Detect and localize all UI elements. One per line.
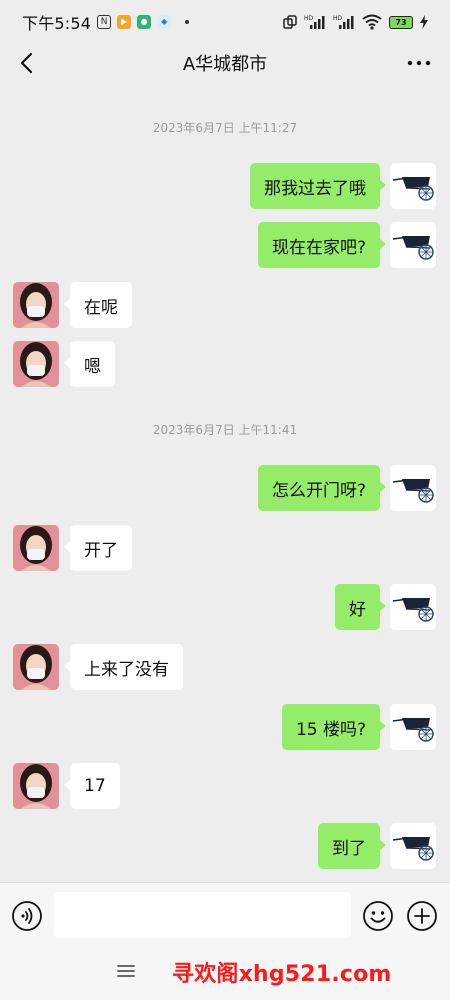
bottom-navigation: 寻欢阁xhg521.com: [0, 946, 450, 1000]
watermark: 寻欢阁xhg521.com: [172, 962, 392, 987]
status-time: 下午5:54: [22, 14, 92, 33]
chat-timestamp: 2023年6月7日 上午11:41: [152, 423, 298, 437]
avatar[interactable]: [390, 163, 436, 209]
chat-header: A华城都市: [0, 44, 450, 82]
message-bubble-sent[interactable]: 那我过去了哦: [250, 163, 386, 209]
dual-window-icon: [283, 15, 297, 29]
message-bubble-sent[interactable]: 好: [335, 584, 386, 630]
profile-photo: [13, 341, 59, 387]
nfc-icon: N: [97, 15, 112, 29]
emoji-button[interactable]: [362, 900, 394, 932]
signal-hd-icon: HD: [333, 15, 354, 29]
signal-hd-icon: HD: [304, 15, 325, 29]
message-bubble-received[interactable]: 17: [64, 763, 120, 809]
status-left: 下午5:54 N ▶ ● ◆: [22, 10, 190, 34]
message-bubble-sent[interactable]: 现在在家吧?: [257, 222, 387, 268]
message-bubble-received[interactable]: 开了: [64, 525, 132, 571]
charging-icon: [420, 15, 428, 29]
app-notification-icon: ◆: [157, 15, 172, 29]
avatar[interactable]: [13, 525, 59, 571]
voice-input-icon: [12, 901, 42, 931]
message-bubble-sent[interactable]: 怎么开门呀?: [257, 465, 387, 511]
message-bubble-received[interactable]: 嗯: [64, 341, 115, 387]
avatar[interactable]: [390, 704, 436, 750]
message-input[interactable]: [54, 892, 351, 938]
cart-avatar-icon: [390, 823, 436, 869]
cart-avatar-icon: [390, 222, 436, 268]
battery-icon: 73: [389, 15, 413, 29]
cart-avatar-icon: [390, 163, 436, 209]
profile-photo: [13, 282, 59, 328]
message-bubble-received[interactable]: 在呢: [64, 282, 132, 328]
avatar[interactable]: [390, 584, 436, 630]
avatar[interactable]: [390, 823, 436, 869]
profile-photo: [13, 525, 59, 571]
cart-avatar-icon: [390, 704, 436, 750]
more-notifications-dot: [185, 20, 190, 24]
chat-timestamp: 2023年6月7日 上午11:27: [152, 121, 298, 135]
chevron-left-icon: [20, 52, 33, 74]
more-options-button[interactable]: [406, 52, 432, 74]
avatar[interactable]: [13, 644, 59, 690]
avatar[interactable]: [390, 222, 436, 268]
app-notification-icon: ▶: [117, 15, 132, 29]
avatar[interactable]: [13, 282, 59, 328]
chat-messages[interactable]: 2023年6月7日 上午11:27 那我过去了哦 现在在家吧? 在呢 嗯 202…: [0, 82, 450, 882]
cart-avatar-icon: [390, 584, 436, 630]
message-bubble-sent[interactable]: 到了: [318, 823, 386, 869]
status-right: HD HD 73: [283, 14, 428, 30]
profile-photo: [13, 763, 59, 809]
back-button[interactable]: [16, 50, 40, 76]
voice-button[interactable]: [11, 900, 43, 932]
profile-photo: [13, 644, 59, 690]
message-bubble-sent[interactable]: 15 楼吗?: [281, 704, 387, 750]
menu-button[interactable]: [116, 963, 136, 979]
ellipsis-icon: [407, 60, 431, 66]
menu-icon: [117, 965, 135, 977]
chat-title: A华城都市: [182, 54, 268, 75]
cart-avatar-icon: [390, 465, 436, 511]
wifi-icon: [362, 14, 382, 30]
avatar[interactable]: [390, 465, 436, 511]
hd-label: HD: [304, 15, 314, 22]
svg-text:HD: HD: [333, 15, 343, 22]
status-bar: 下午5:54 N ▶ ● ◆ HD HD 73: [0, 0, 450, 44]
more-actions-button[interactable]: [406, 900, 438, 932]
message-bubble-received[interactable]: 上来了没有: [64, 644, 183, 690]
avatar[interactable]: [13, 341, 59, 387]
app-notification-icon: ●: [137, 15, 152, 29]
emoji-icon: [363, 901, 393, 931]
plus-icon: [407, 901, 437, 931]
avatar[interactable]: [13, 763, 59, 809]
message-input-bar: [0, 882, 450, 946]
